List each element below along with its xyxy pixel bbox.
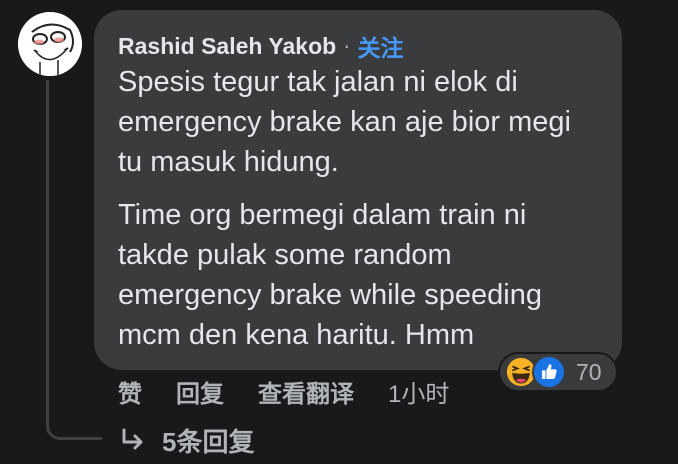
reactions-summary[interactable]: 70 — [498, 352, 618, 392]
comment-timestamp[interactable]: 1小时 — [388, 374, 449, 409]
see-translation-button[interactable]: 查看翻译 — [258, 374, 354, 409]
comment-paragraph: Time org bermegi dalam train ni takde pu… — [118, 199, 542, 351]
view-replies-label: 5条回复 — [162, 426, 255, 457]
comment-thread: Rashid Saleh Yakob · 关注 Spesis tegur tak… — [0, 0, 678, 464]
like-button[interactable]: 赞 — [118, 374, 142, 409]
separator-dot: · — [343, 33, 351, 58]
comment-bubble: Rashid Saleh Yakob · 关注 Spesis tegur tak… — [94, 10, 622, 370]
trollface-avatar-icon — [18, 12, 82, 76]
reply-arrow-icon — [122, 428, 143, 450]
reply-button[interactable]: 回复 — [176, 374, 224, 409]
comment-header: Rashid Saleh Yakob · 关注 — [118, 30, 598, 62]
avatar[interactable] — [18, 12, 82, 76]
comment-actions: 赞 回复 查看翻译 1小时 — [118, 374, 449, 408]
author-name[interactable]: Rashid Saleh Yakob — [118, 33, 336, 60]
view-replies-button[interactable]: 5条回复 — [118, 422, 254, 458]
like-icon — [532, 355, 566, 389]
reaction-count: 70 — [576, 358, 602, 385]
follow-link[interactable]: 关注 — [358, 29, 404, 63]
comment-paragraph: Spesis tegur tak jalan ni elok di emerge… — [118, 66, 571, 178]
